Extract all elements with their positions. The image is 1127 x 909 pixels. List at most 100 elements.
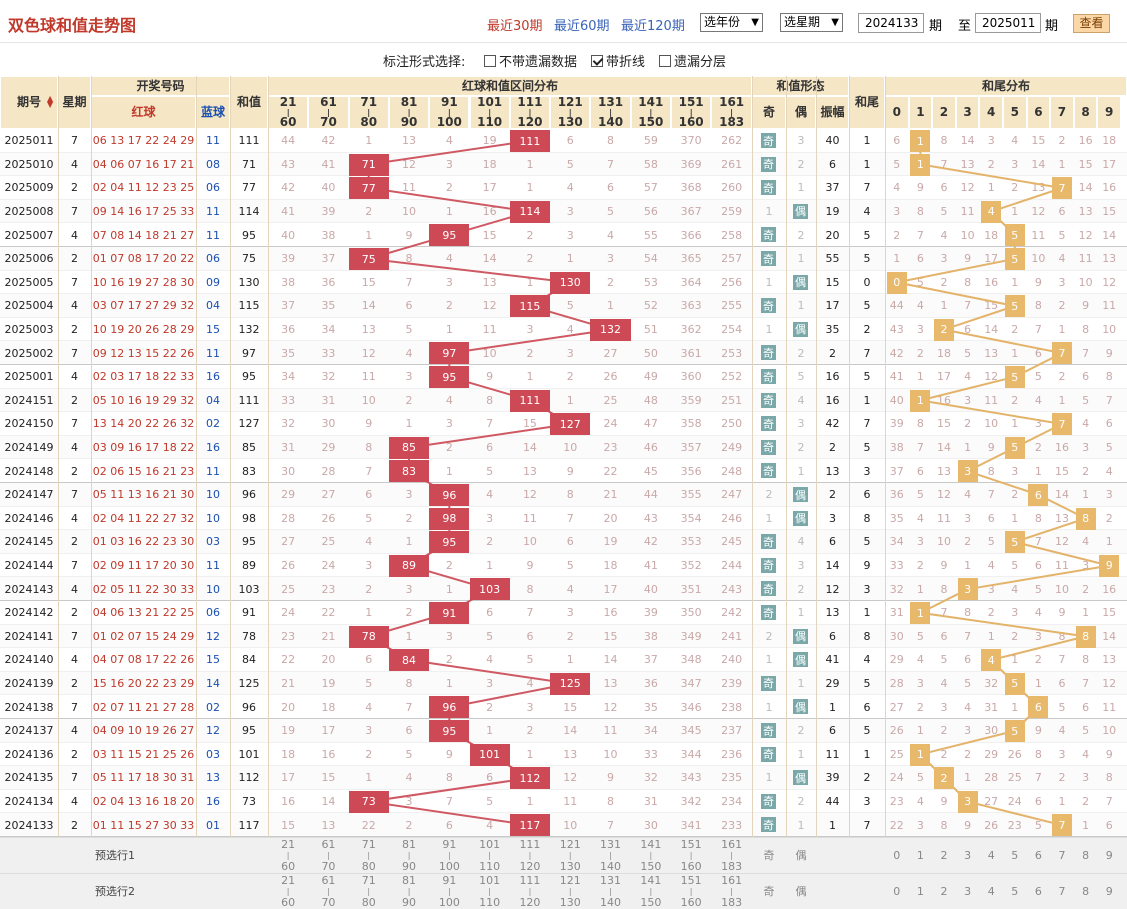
preselect-tail-digit[interactable]: 3 [956,873,980,909]
preselect-tail-digit[interactable]: 1 [909,873,933,909]
preselect-tail-digit[interactable]: 4 [979,873,1003,909]
preselect-tail-digit[interactable]: 8 [1074,837,1098,873]
preselect-zone[interactable]: 111 | 120 [510,873,550,909]
preselect-even[interactable]: 偶 [786,837,816,873]
zone-miss: 9 [445,747,453,761]
tail-miss: 5 [916,488,924,502]
preselect-zone[interactable]: 91 | 100 [429,837,469,873]
zone-miss: 10 [361,393,376,407]
preselect-even[interactable]: 偶 [786,873,816,909]
tail-miss: 3 [1105,488,1113,502]
preselect-zone[interactable]: 121 | 130 [550,873,590,909]
preselect-tail-digit[interactable]: 9 [1097,837,1121,873]
tail-miss: 2 [1105,511,1113,525]
odd-mark: 奇 [761,133,776,148]
zone-miss: 14 [563,724,578,738]
preselect-tail-digit[interactable]: 0 [885,837,909,873]
option-miss-layer[interactable]: 遗漏分层 [659,51,726,70]
sort-icon[interactable]: ▲ ▼ [47,95,53,109]
zone-miss: 15 [482,228,497,242]
quick-recent-60[interactable]: 最近60期 [554,15,610,34]
preselect-zone[interactable]: 71 | 80 [349,837,389,873]
preselect-tail-digit[interactable]: 6 [1027,837,1051,873]
preselect-tail-digit[interactable]: 9 [1097,873,1121,909]
quick-recent-30[interactable]: 最近30期 [487,15,543,34]
option-polyline[interactable]: 带折线 [591,51,645,70]
zone-from: 151 [680,837,702,851]
preselect-zone[interactable]: 161 | 183 [711,837,752,873]
preselect-zone[interactable]: 21 | 60 [268,837,308,873]
zone-hit-box: 101 [469,743,510,766]
checkbox-icon[interactable] [659,55,671,67]
preselect-tail-digit[interactable]: 3 [956,837,980,873]
checkbox-icon[interactable] [484,55,496,67]
preselect-odd[interactable]: 奇 [752,837,786,873]
tail-miss: 5 [1034,818,1042,832]
preselect-zone[interactable]: 101 | 110 [470,873,510,909]
to-issue-input[interactable]: 2025011 [975,13,1041,33]
preselect-zone[interactable]: 101 | 110 [470,837,510,873]
preselect-tail-digit[interactable]: 4 [979,837,1003,873]
preselect-tail-digit[interactable]: 0 [885,873,909,909]
checkbox-checked-icon[interactable] [591,55,603,67]
amplitude: 13 [825,464,840,478]
preselect-tail-digit[interactable]: 5 [1003,873,1027,909]
preselect-tail-digit[interactable]: 1 [909,837,933,873]
preselect-zone[interactable]: 131 | 140 [590,873,630,909]
preselect-tail-digit[interactable]: 5 [1003,837,1027,873]
zone-hit-box: 115 [509,295,551,318]
preselect-zone[interactable]: 141 | 150 [631,873,671,909]
sum-value: 125 [238,677,260,691]
preselect-odd[interactable]: 奇 [752,873,786,909]
odd-mark: 奇 [761,746,776,762]
preselect-tail-digit[interactable]: 2 [932,837,956,873]
zone-miss: 3 [445,629,453,643]
column-divider [58,76,59,902]
tail-miss: 9 [964,252,972,266]
zone-header: 61 | 70 [308,96,349,129]
weekday: 2 [71,818,78,832]
view-button[interactable]: 查看 [1073,14,1110,33]
preselect-zone[interactable]: 131 | 140 [590,837,630,873]
preselect-zone[interactable]: 21 | 60 [268,873,308,909]
zone-hit-box: 112 [509,767,551,790]
preselect-zone[interactable]: 81 | 90 [389,873,429,909]
preselect-zone[interactable]: 81 | 90 [389,837,429,873]
preselect-zone[interactable]: 111 | 120 [510,837,550,873]
period-label: 期 [929,19,943,34]
preselect-zone[interactable]: 121 | 130 [550,837,590,873]
tail-hit-box: 3 [957,460,978,483]
preselect-zone[interactable]: 91 | 100 [429,873,469,909]
sum-value: 89 [242,559,256,573]
preselect-zone[interactable]: 141 | 150 [631,837,671,873]
odd-mark: 奇 [761,298,776,314]
zone-miss: 32 [321,370,336,384]
zone-miss: 7 [405,275,413,289]
weekday: 7 [71,700,78,714]
option-no-miss[interactable]: 不带遗漏数据 [484,51,577,70]
zone-miss: 4 [526,677,534,691]
week-select[interactable]: 选星期 ▼ [780,13,843,32]
preselect-zone[interactable]: 151 | 160 [671,837,711,873]
preselect-zone[interactable]: 61 | 70 [308,873,348,909]
tail-miss: 4 [1058,724,1066,738]
preselect-tail-digit[interactable]: 8 [1074,873,1098,909]
zone-miss: 37 [321,252,336,266]
preselect-zone[interactable]: 161 | 183 [711,873,752,909]
quick-recent-120[interactable]: 最近120期 [621,15,685,34]
tail-miss: 2 [1058,771,1066,785]
preselect-tail-digit[interactable]: 7 [1050,837,1074,873]
preselect-tail-digit[interactable]: 7 [1050,873,1074,909]
blue-ball: 06 [206,606,220,620]
from-issue-input[interactable]: 2024133 [858,13,924,33]
zone-header: 151 | 160 [671,96,712,129]
year-select[interactable]: 选年份 ▼ [700,13,763,32]
even-miss: 4 [797,535,805,549]
preselect-tail-digit[interactable]: 2 [932,873,956,909]
preselect-zone[interactable]: 61 | 70 [308,837,348,873]
zone-miss: 15 [361,275,376,289]
zone-miss: 40 [281,228,296,242]
preselect-zone[interactable]: 71 | 80 [349,873,389,909]
preselect-zone[interactable]: 151 | 160 [671,873,711,909]
preselect-tail-digit[interactable]: 6 [1027,873,1051,909]
